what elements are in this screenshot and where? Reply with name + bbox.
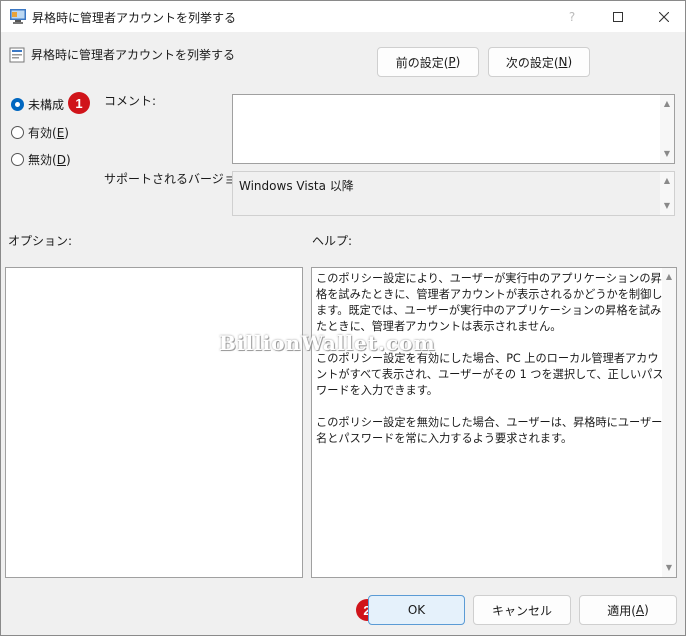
supported-on-value: Windows Vista 以降 <box>239 179 354 193</box>
scroll-up-icon[interactable]: ▲ <box>662 270 676 284</box>
policy-editor-icon <box>10 9 26 24</box>
watermark: BillionWallet.com <box>219 331 436 355</box>
help-text: このポリシー設定により、ユーザーが実行中のアプリケーションの昇格を試みたときに、… <box>316 272 664 445</box>
comment-scrollbar[interactable]: ▲ ▼ <box>660 95 674 163</box>
radio-indicator-disabled[interactable] <box>11 153 24 166</box>
radio-suffix-disabled: ) <box>65 152 71 167</box>
next-setting-label: 次の設定( <box>505 55 559 70</box>
title-bar[interactable]: 昇格時に管理者アカウントを列挙する ? <box>1 1 685 32</box>
apply-label: 適用( <box>607 603 636 618</box>
previous-setting-label: 前の設定( <box>395 55 449 70</box>
help-scrollbar[interactable]: ▲ ▼ <box>662 268 676 577</box>
radio-enabled[interactable]: 有効(E) <box>11 124 69 141</box>
supported-on-label: サポートされるバージョン: <box>104 172 252 186</box>
options-pane[interactable] <box>5 267 303 578</box>
scroll-down-icon[interactable]: ▼ <box>660 147 674 161</box>
maximize-icon <box>613 11 623 22</box>
supported-on-field: Windows Vista 以降 ▲ ▼ <box>232 171 675 216</box>
policy-dialog-window: 昇格時に管理者アカウントを列挙する ? 昇格時に管理者アカウントを列挙する 前の… <box>0 0 686 636</box>
scroll-down-icon[interactable]: ▼ <box>660 199 674 213</box>
close-icon <box>659 11 669 22</box>
apply-accesskey: A <box>635 603 645 617</box>
previous-setting-button[interactable]: 前の設定(P) <box>377 47 479 77</box>
apply-button[interactable]: 適用(A) <box>579 595 677 625</box>
annotation-badge-1: 1 <box>68 92 90 114</box>
radio-indicator-not-configured[interactable] <box>11 98 24 111</box>
scroll-down-icon[interactable]: ▼ <box>662 561 676 575</box>
radio-label-not-configured: 未構成 <box>28 98 65 112</box>
radio-label-disabled: 無効( <box>28 153 57 167</box>
radio-label-enabled: 有効( <box>28 126 57 140</box>
next-setting-suffix: ) <box>567 55 573 69</box>
radio-not-configured[interactable]: 未構成 <box>11 96 64 113</box>
ok-label: OK <box>407 603 426 617</box>
scroll-up-icon[interactable]: ▲ <box>660 174 674 188</box>
comment-textarea[interactable]: ▲ ▼ <box>232 94 675 164</box>
radio-accesskey-disabled: D <box>56 152 66 167</box>
help-pane[interactable]: このポリシー設定により、ユーザーが実行中のアプリケーションの昇格を試みたときに、… <box>311 267 677 578</box>
next-setting-accesskey: N <box>558 55 568 69</box>
policy-header: 昇格時に管理者アカウントを列挙する <box>9 46 235 63</box>
options-label: オプション: <box>8 234 73 248</box>
policy-title: 昇格時に管理者アカウントを列挙する <box>31 48 236 62</box>
help-icon: ? <box>568 9 576 24</box>
radio-suffix-enabled: ) <box>64 125 69 140</box>
help-button[interactable]: ? <box>549 1 595 32</box>
scroll-up-icon[interactable]: ▲ <box>660 97 674 111</box>
next-setting-button[interactable]: 次の設定(N) <box>488 47 590 77</box>
cancel-button[interactable]: キャンセル <box>473 595 571 625</box>
help-label: ヘルプ: <box>312 234 353 248</box>
close-button[interactable] <box>641 1 686 32</box>
radio-indicator-enabled[interactable] <box>11 126 24 139</box>
cancel-label: キャンセル <box>491 603 552 618</box>
apply-suffix: ) <box>644 603 649 617</box>
radio-disabled[interactable]: 無効(D) <box>11 151 71 168</box>
comment-label: コメント: <box>104 94 157 108</box>
supported-on-scrollbar[interactable]: ▲ ▼ <box>660 172 674 215</box>
previous-setting-suffix: ) <box>455 55 461 69</box>
maximize-button[interactable] <box>595 1 641 32</box>
policy-setting-icon <box>9 47 25 62</box>
ok-button[interactable]: OK <box>368 595 465 625</box>
window-title: 昇格時に管理者アカウントを列挙する <box>32 11 237 25</box>
previous-setting-accesskey: P <box>448 55 456 69</box>
radio-accesskey-enabled: E <box>56 125 65 140</box>
